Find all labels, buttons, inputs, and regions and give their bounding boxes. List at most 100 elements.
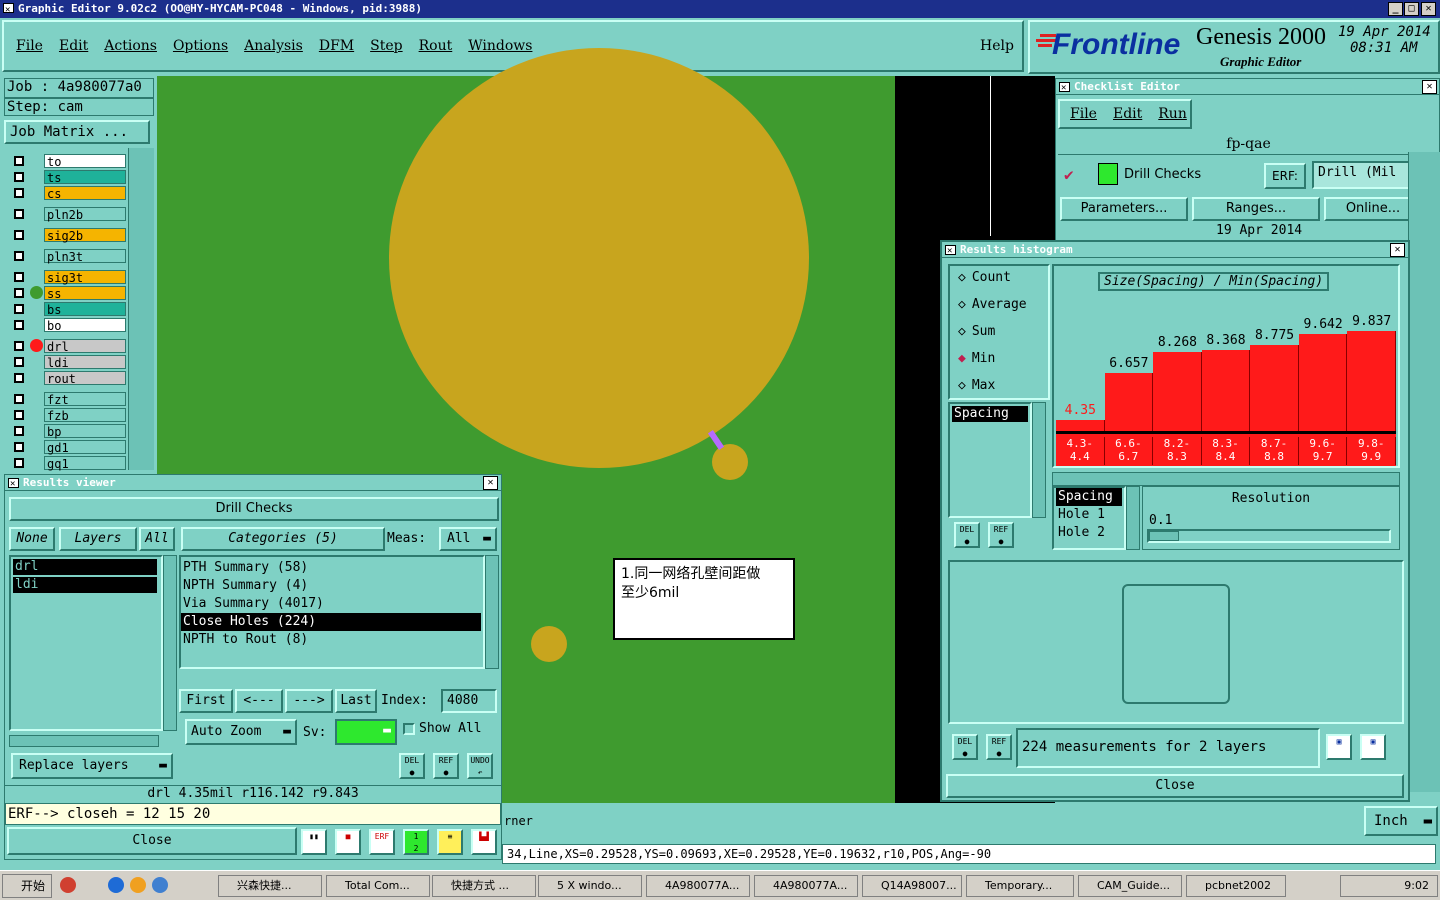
menu-windows[interactable]: Windows xyxy=(468,38,532,54)
layer-checkbox[interactable] xyxy=(14,458,24,468)
menu-edit[interactable]: Edit xyxy=(59,38,88,54)
checklist-scrollbar[interactable] xyxy=(1408,152,1440,792)
measure-list-scrollbar[interactable] xyxy=(1032,402,1046,518)
undo-icon[interactable]: UNDO ↶ xyxy=(467,753,493,779)
layer-checkbox[interactable] xyxy=(14,320,24,330)
layer-row-to[interactable]: to xyxy=(12,154,128,169)
show-all-checkbox[interactable] xyxy=(403,723,415,735)
meas-dropdown[interactable]: All ▬ xyxy=(439,527,497,551)
histogram-bar[interactable] xyxy=(1298,333,1348,431)
histogram-close-icon[interactable]: ✕ xyxy=(1390,243,1405,257)
layer-row-ts[interactable]: ts xyxy=(12,170,128,185)
taskbar-item[interactable]: 兴森快捷... xyxy=(218,875,322,897)
window-close-button[interactable]: ✕ xyxy=(1421,2,1436,16)
mode-radio-min[interactable]: Min xyxy=(958,351,995,366)
zoom-icon[interactable]: ▣ xyxy=(1326,734,1352,760)
del-icon[interactable]: DEL ● xyxy=(399,753,425,779)
ref-icon[interactable]: REF ● xyxy=(433,753,459,779)
number-icon[interactable]: 12 xyxy=(403,829,429,855)
prev-button[interactable]: <--- xyxy=(235,689,283,713)
checklist-close-icon[interactable]: ✕ xyxy=(1422,80,1437,94)
layer-checkbox[interactable] xyxy=(14,442,24,452)
taskbar-item[interactable]: Temporary... xyxy=(966,875,1074,897)
category-list[interactable]: PTH Summary (58) NPTH Summary (4) Via Summ… xyxy=(179,555,485,669)
layer-checkbox[interactable] xyxy=(14,172,24,182)
layers-button[interactable]: Layers xyxy=(59,527,137,551)
layer-row-fzt[interactable]: fzt xyxy=(12,392,128,407)
histogram-bar[interactable] xyxy=(1153,351,1202,431)
layer-checkbox[interactable] xyxy=(14,410,24,420)
info-list-item[interactable]: Hole 1 xyxy=(1056,506,1122,524)
layer-row-pln2b[interactable]: pln2b xyxy=(12,207,128,222)
taskbar-item[interactable]: Total Com... xyxy=(326,875,430,897)
menu-analysis[interactable]: Analysis xyxy=(244,38,303,54)
layer-list-scrollbar[interactable] xyxy=(128,148,154,470)
menu-options[interactable]: Options xyxy=(173,38,228,54)
mode-radio-count[interactable]: Count xyxy=(958,270,1011,285)
layer-row-ldi[interactable]: ldi xyxy=(12,355,128,370)
mode-radio-sum[interactable]: Sum xyxy=(958,324,995,339)
layer-checkbox[interactable] xyxy=(14,251,24,261)
histogram-bar[interactable] xyxy=(1056,419,1105,431)
layer-row-sig3t[interactable]: sig3t xyxy=(12,270,128,285)
next-button[interactable]: ---> xyxy=(285,689,333,713)
job-matrix-button[interactable]: Job Matrix ... xyxy=(4,120,150,144)
histogram-bar[interactable] xyxy=(1201,350,1251,431)
histogram-chart[interactable]: Size(Spacing) / Min(Spacing) 4.35 6.657 8.… xyxy=(1052,264,1400,468)
ie-icon[interactable] xyxy=(108,877,124,893)
layer-list-scrollbar-h[interactable] xyxy=(9,735,159,747)
check-enabled-icon[interactable]: ✔ xyxy=(1064,165,1074,184)
layer-checkbox[interactable] xyxy=(14,341,24,351)
app-icon-3[interactable] xyxy=(152,877,168,893)
ranges-button[interactable]: Ranges... xyxy=(1192,197,1320,221)
layer-row-bp[interactable]: bp xyxy=(12,424,128,439)
first-button[interactable]: First xyxy=(179,689,233,713)
last-button[interactable]: Last xyxy=(335,689,377,713)
tool-icon-2[interactable]: ■ xyxy=(335,829,361,855)
layer-checkbox[interactable] xyxy=(14,357,24,367)
info-list-item[interactable]: Spacing xyxy=(1056,488,1122,506)
category-item[interactable]: NPTH to Rout (8) xyxy=(181,631,481,649)
results-viewer-close-icon[interactable]: ✕ xyxy=(483,476,498,490)
layer-row-gd1[interactable]: gd1 xyxy=(12,440,128,455)
taskbar-item[interactable]: 4A980077A... xyxy=(646,875,750,897)
taskbar-item[interactable]: 4A980077A... xyxy=(754,875,858,897)
histogram-close-button[interactable]: Close xyxy=(946,774,1404,798)
menu-actions[interactable]: Actions xyxy=(104,38,157,54)
hist-ref-icon[interactable]: REF ● xyxy=(988,522,1014,548)
taskbar-item[interactable]: CAM_Guide... xyxy=(1078,875,1182,897)
preview-ref-icon[interactable]: REF ● xyxy=(986,734,1012,760)
menu-file[interactable]: File xyxy=(16,38,43,54)
checklist-menu-edit[interactable]: Edit xyxy=(1113,106,1142,122)
index-input[interactable]: 4080 xyxy=(441,689,497,713)
report-icon[interactable]: ≡ xyxy=(437,829,463,855)
layer-checkbox[interactable] xyxy=(14,304,24,314)
quicklaunch-icon[interactable] xyxy=(60,877,76,893)
resolution-slider[interactable] xyxy=(1147,529,1391,543)
layer-list-item[interactable]: drl xyxy=(13,559,157,575)
layer-checkbox[interactable] xyxy=(14,426,24,436)
minimize-button[interactable]: _ xyxy=(1388,2,1403,16)
category-list-scrollbar[interactable] xyxy=(485,555,499,669)
menu-dfm[interactable]: DFM xyxy=(319,38,354,54)
layer-list-item[interactable]: ldi xyxy=(13,577,157,593)
info-list-item[interactable]: Hole 2 xyxy=(1056,524,1122,542)
menu-step[interactable]: Step xyxy=(370,38,402,54)
histogram-bar[interactable] xyxy=(1250,345,1299,431)
info-list-scrollbar[interactable] xyxy=(1126,486,1140,550)
chart-scrollbar[interactable] xyxy=(1052,472,1400,486)
parameters-button[interactable]: Parameters... xyxy=(1060,197,1188,221)
app-icon-2[interactable] xyxy=(130,877,146,893)
layer-row-drl[interactable]: drl xyxy=(12,339,128,354)
checklist-menu-file[interactable]: File xyxy=(1070,106,1097,122)
layer-checkbox[interactable] xyxy=(14,209,24,219)
layer-checkbox[interactable] xyxy=(14,373,24,383)
layer-checkbox[interactable] xyxy=(14,394,24,404)
measure-list[interactable]: Spacing xyxy=(948,402,1032,518)
layer-checkbox[interactable] xyxy=(14,230,24,240)
erf-label[interactable]: ERF: xyxy=(1264,163,1306,189)
mode-radio-average[interactable]: Average xyxy=(958,297,1027,312)
taskbar-item[interactable]: Q14A98007... xyxy=(862,875,962,897)
layer-row-rout[interactable]: rout xyxy=(12,371,128,386)
help-menu[interactable]: Help xyxy=(980,38,1014,54)
